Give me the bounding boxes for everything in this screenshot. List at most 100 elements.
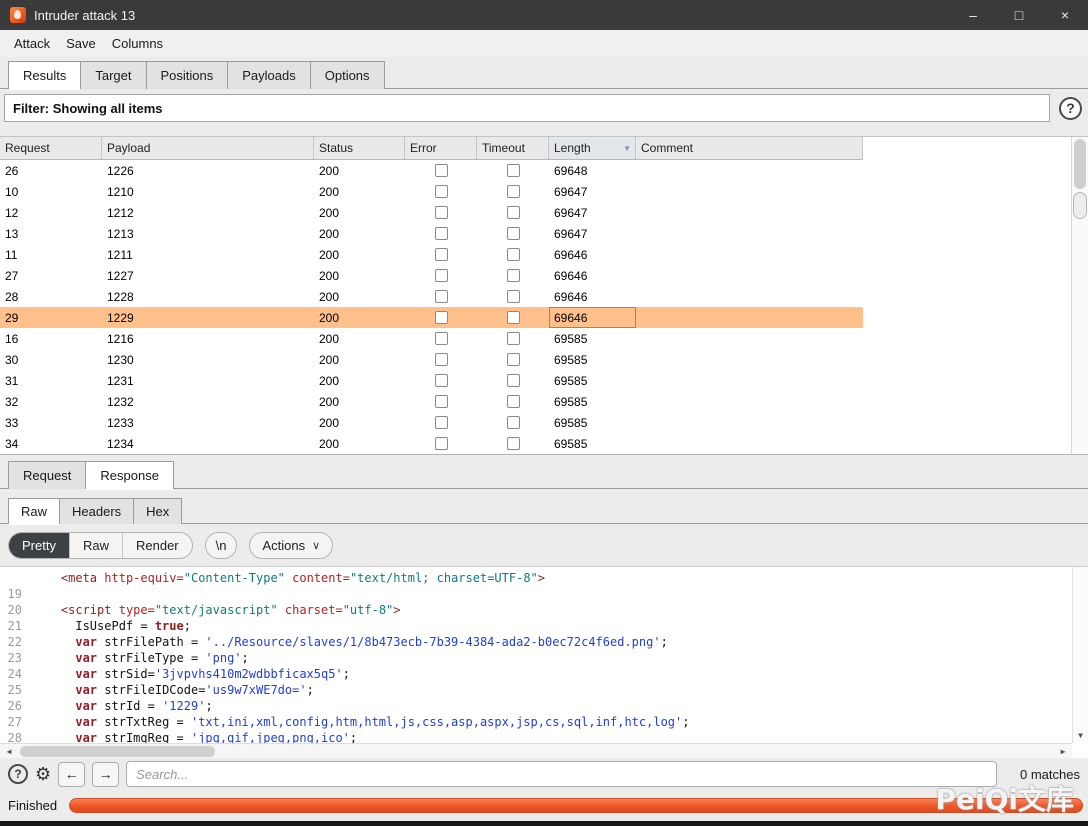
newline-toggle-button[interactable]: \n bbox=[204, 531, 238, 559]
response-editor[interactable]: <meta http-equiv="Content-Type" content=… bbox=[0, 566, 1088, 758]
error-checkbox[interactable] bbox=[434, 395, 448, 408]
table-row[interactable]: 11 1211 200 69646 bbox=[0, 244, 863, 265]
scroll-left-icon[interactable]: ◀ bbox=[2, 747, 16, 756]
table-row[interactable]: 28 1228 200 69646 bbox=[0, 286, 863, 307]
menu-columns[interactable]: Columns bbox=[104, 32, 171, 55]
scroll-down-icon[interactable]: ▼ bbox=[1078, 731, 1083, 743]
timeout-checkbox[interactable] bbox=[506, 164, 520, 177]
timeout-checkbox[interactable] bbox=[506, 437, 520, 450]
menu-attack[interactable]: Attack bbox=[6, 32, 58, 55]
table-row[interactable]: 26 1226 200 69648 bbox=[0, 160, 863, 181]
scroll-right-icon[interactable]: ▶ bbox=[1056, 747, 1070, 756]
timeout-checkbox[interactable] bbox=[506, 311, 520, 324]
tab-request[interactable]: Request bbox=[8, 461, 87, 489]
tab-results[interactable]: Results bbox=[8, 61, 82, 90]
table-vertical-scrollbar[interactable] bbox=[1071, 137, 1088, 454]
table-row[interactable]: 29 1229 200 69646 bbox=[0, 307, 863, 328]
cell-comment bbox=[636, 307, 863, 328]
table-row[interactable]: 34 1234 200 69585 bbox=[0, 433, 863, 454]
tab-hex[interactable]: Hex bbox=[133, 498, 183, 524]
table-row[interactable]: 31 1231 200 69585 bbox=[0, 370, 863, 391]
table-row[interactable]: 27 1227 200 69646 bbox=[0, 265, 863, 286]
tab-target[interactable]: Target bbox=[80, 61, 147, 89]
table-row[interactable]: 32 1232 200 69585 bbox=[0, 391, 863, 412]
menu-save[interactable]: Save bbox=[58, 32, 104, 55]
timeout-checkbox[interactable] bbox=[506, 290, 520, 303]
timeout-checkbox[interactable] bbox=[506, 269, 520, 282]
code-text: var strFilePath = '../Resource/slaves/1/… bbox=[75, 635, 668, 649]
editor-vertical-scrollbar[interactable]: ▼ bbox=[1072, 567, 1088, 743]
render-button[interactable]: Render bbox=[123, 533, 192, 558]
column-header-request[interactable]: Request bbox=[0, 137, 102, 159]
error-checkbox[interactable] bbox=[434, 311, 448, 324]
tab-payloads[interactable]: Payloads bbox=[227, 61, 311, 89]
cell-payload: 1210 bbox=[107, 184, 134, 199]
close-button[interactable]: × bbox=[1042, 0, 1088, 30]
table-scroll-thumb[interactable] bbox=[1074, 139, 1086, 189]
error-checkbox[interactable] bbox=[434, 227, 448, 240]
error-checkbox[interactable] bbox=[434, 437, 448, 450]
cell-status: 200 bbox=[319, 247, 340, 262]
search-prev-button[interactable]: ← bbox=[58, 761, 86, 787]
hscroll-track[interactable] bbox=[16, 745, 1056, 757]
help-icon[interactable]: ? bbox=[1059, 96, 1082, 120]
cell-request: 26 bbox=[5, 163, 19, 178]
timeout-checkbox[interactable] bbox=[506, 248, 520, 261]
hscroll-thumb[interactable] bbox=[20, 745, 215, 757]
timeout-checkbox[interactable] bbox=[506, 416, 520, 429]
table-row[interactable]: 30 1230 200 69585 bbox=[0, 349, 863, 370]
search-input[interactable] bbox=[126, 761, 997, 787]
timeout-checkbox[interactable] bbox=[506, 206, 520, 219]
error-checkbox[interactable] bbox=[434, 290, 448, 303]
tab-options[interactable]: Options bbox=[309, 61, 385, 89]
error-checkbox[interactable] bbox=[434, 269, 448, 282]
timeout-checkbox[interactable] bbox=[506, 353, 520, 366]
table-row[interactable]: 12 1212 200 69647 bbox=[0, 202, 863, 223]
timeout-checkbox[interactable] bbox=[506, 185, 520, 198]
cell-payload: 1234 bbox=[107, 436, 134, 451]
column-header-timeout[interactable]: Timeout bbox=[477, 137, 549, 159]
editor-horizontal-scrollbar[interactable]: ◀ ▶ bbox=[0, 743, 1072, 758]
raw-button[interactable]: Raw bbox=[70, 532, 123, 558]
gear-icon[interactable]: ⚙ bbox=[35, 765, 51, 783]
tab-positions[interactable]: Positions bbox=[145, 61, 229, 89]
error-checkbox[interactable] bbox=[434, 164, 448, 177]
column-header-comment[interactable]: Comment bbox=[636, 137, 863, 159]
tab-response[interactable]: Response bbox=[85, 461, 174, 490]
cell-error bbox=[405, 223, 477, 244]
timeout-checkbox[interactable] bbox=[506, 395, 520, 408]
table-row[interactable]: 13 1213 200 69647 bbox=[0, 223, 863, 244]
column-header-error[interactable]: Error bbox=[405, 137, 477, 159]
error-checkbox[interactable] bbox=[434, 374, 448, 387]
error-checkbox[interactable] bbox=[434, 206, 448, 219]
column-header-status[interactable]: Status bbox=[314, 137, 405, 159]
timeout-checkbox[interactable] bbox=[506, 227, 520, 240]
maximize-button[interactable]: □ bbox=[996, 0, 1042, 30]
table-scroll-knob[interactable] bbox=[1073, 192, 1087, 219]
timeout-checkbox[interactable] bbox=[506, 374, 520, 387]
error-checkbox[interactable] bbox=[434, 248, 448, 261]
actions-button[interactable]: Actions ∨ bbox=[249, 531, 334, 559]
cell-length: 69585 bbox=[554, 373, 588, 388]
titlebar[interactable]: Intruder attack 13 – □ × bbox=[0, 0, 1088, 30]
column-header-payload[interactable]: Payload bbox=[102, 137, 314, 159]
table-row[interactable]: 10 1210 200 69647 bbox=[0, 181, 863, 202]
minimize-button[interactable]: – bbox=[950, 0, 996, 30]
filter-summary[interactable]: Filter: Showing all items bbox=[4, 94, 1050, 122]
cell-comment bbox=[636, 202, 863, 223]
search-next-button[interactable]: → bbox=[92, 761, 120, 787]
error-checkbox[interactable] bbox=[434, 416, 448, 429]
tab-raw[interactable]: Raw bbox=[8, 498, 61, 525]
column-header-length[interactable]: Length ▼ bbox=[549, 137, 636, 159]
timeout-checkbox[interactable] bbox=[506, 332, 520, 345]
table-row[interactable]: 16 1216 200 69585 bbox=[0, 328, 863, 349]
error-checkbox[interactable] bbox=[434, 353, 448, 366]
error-checkbox[interactable] bbox=[434, 185, 448, 198]
match-count: 0 matches bbox=[1020, 766, 1080, 782]
tab-headers[interactable]: Headers bbox=[59, 498, 135, 524]
error-checkbox[interactable] bbox=[434, 332, 448, 345]
search-help-icon[interactable]: ? bbox=[8, 764, 28, 784]
cell-error bbox=[405, 202, 477, 223]
pretty-button[interactable]: Pretty bbox=[9, 532, 70, 558]
table-row[interactable]: 33 1233 200 69585 bbox=[0, 412, 863, 433]
